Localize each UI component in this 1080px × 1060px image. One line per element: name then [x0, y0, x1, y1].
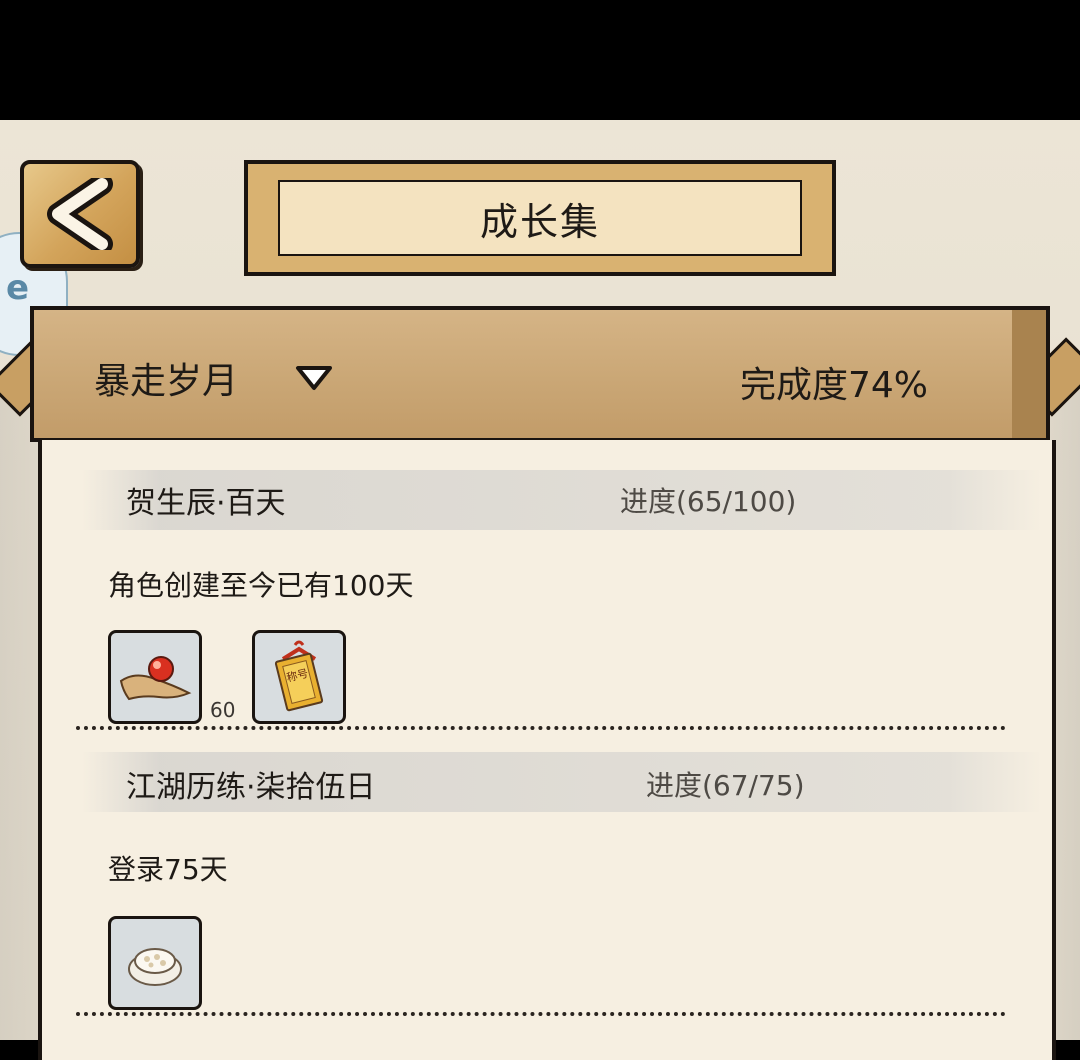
rice-cake-icon	[128, 948, 182, 986]
banner-scroll-edge	[1012, 310, 1046, 438]
achievement-title: 贺生辰·百天	[126, 486, 286, 521]
achievement-progress: 进度(65/100)	[620, 485, 797, 518]
reward-slot[interactable]	[108, 916, 202, 1010]
achievement-progress: 进度(67/75)	[646, 769, 805, 802]
achievement-list[interactable]: 贺生辰·百天 进度(65/100) 角色创建至今已有100天 60 称号 江湖历…	[38, 440, 1056, 1060]
title-plaque-inner: 成长集	[278, 180, 802, 256]
category-dropdown-label[interactable]: 暴走岁月	[94, 352, 238, 404]
achievement-description: 角色创建至今已有100天	[108, 569, 414, 602]
title-plaque: 成长集	[244, 160, 836, 276]
side-badge-label: e	[6, 268, 30, 308]
dotted-divider	[76, 1012, 1006, 1016]
title-scroll-icon: 称号	[274, 640, 324, 712]
pearl-on-cloth-icon	[119, 656, 192, 701]
page-title: 成长集	[479, 199, 600, 244]
chevron-down-icon[interactable]	[294, 364, 334, 392]
back-arrow-icon	[47, 178, 113, 250]
back-button[interactable]	[20, 160, 140, 268]
reward-slot[interactable]	[108, 630, 202, 724]
achievement-title: 江湖历练·柒拾伍日	[126, 770, 376, 805]
reward-slot[interactable]: 称号	[252, 630, 346, 724]
top-black-bar	[0, 0, 1080, 120]
dotted-divider	[76, 726, 1006, 730]
completion-rate: 完成度74%	[739, 365, 928, 406]
achievement-description: 登录75天	[108, 853, 228, 886]
reward-count: 60	[210, 698, 236, 722]
category-banner: 暴走岁月 完成度74%	[30, 306, 1050, 442]
